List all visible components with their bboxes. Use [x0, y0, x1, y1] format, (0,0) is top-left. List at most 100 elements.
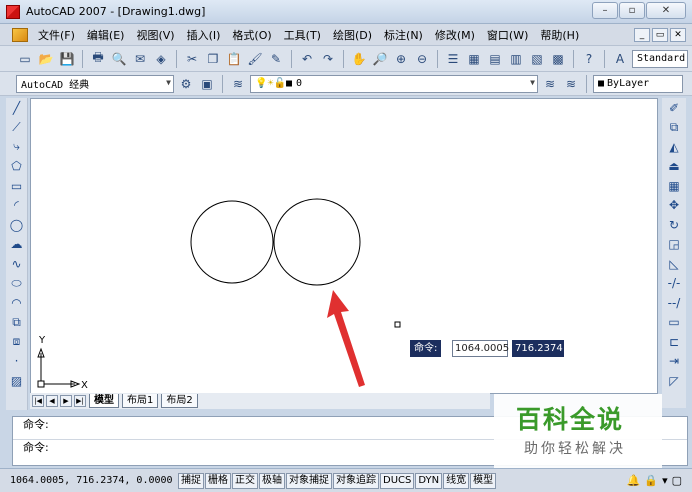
polyline-icon[interactable]: ⤷ [7, 137, 27, 157]
join-icon[interactable]: ⇥ [664, 352, 684, 372]
dynamic-input-y[interactable]: 716.2374 [512, 340, 564, 357]
circle-icon[interactable]: ◯ [7, 215, 27, 235]
publish-icon[interactable]: ✉ [131, 50, 149, 68]
rectangle-icon[interactable]: ▭ [7, 176, 27, 196]
menu-insert[interactable]: 插入(I) [181, 27, 227, 43]
line-icon[interactable]: ╱ [7, 98, 27, 118]
menu-dimension[interactable]: 标注(N) [378, 27, 429, 43]
layer-manager-icon[interactable]: ≋ [229, 75, 247, 93]
maximize-button[interactable]: ▫ [619, 2, 645, 19]
lock-toolbar-icon[interactable]: 🔒 [644, 474, 658, 487]
redo-icon[interactable]: ↷ [319, 50, 337, 68]
last-tab-icon[interactable]: ▶| [74, 395, 86, 407]
communication-center-icon[interactable]: 🔔 [627, 474, 641, 487]
doc-restore-button[interactable]: ▭ [652, 27, 668, 42]
tab-layout1[interactable]: 布局1 [122, 394, 159, 408]
menu-modify[interactable]: 修改(M) [429, 27, 481, 43]
cut-icon[interactable]: ✂ [183, 50, 201, 68]
extend-icon[interactable]: --/ [664, 293, 684, 313]
erase-icon[interactable]: ✐ [664, 98, 684, 118]
save-icon[interactable]: 💾 [58, 50, 76, 68]
polygon-icon[interactable]: ⬠ [7, 157, 27, 177]
revision-cloud-icon[interactable]: ☁ [7, 235, 27, 255]
offset-icon[interactable]: ⏏ [664, 157, 684, 177]
make-object-layer-current-icon[interactable]: ≋ [541, 75, 559, 93]
drawn-circle[interactable] [273, 198, 361, 286]
stretch-icon[interactable]: ◺ [664, 254, 684, 274]
minimize-button[interactable]: – [592, 2, 618, 19]
mirror-icon[interactable]: ◭ [664, 137, 684, 157]
spline-icon[interactable]: ∿ [7, 254, 27, 274]
point-icon[interactable]: · [7, 352, 27, 372]
array-icon[interactable]: ▦ [664, 176, 684, 196]
clean-screen-icon[interactable]: ▢ [672, 474, 682, 487]
text-style-icon[interactable]: A [611, 50, 629, 68]
osnap-toggle[interactable]: 对象捕捉 [286, 472, 332, 489]
menu-tools[interactable]: 工具(T) [278, 27, 327, 43]
doc-close-button[interactable]: ✕ [670, 27, 686, 42]
properties-icon[interactable]: ☰ [444, 50, 462, 68]
copy-icon[interactable]: ❐ [204, 50, 222, 68]
my-workspace-icon[interactable]: ▣ [198, 75, 216, 93]
menu-draw[interactable]: 绘图(D) [327, 27, 378, 43]
menu-file[interactable]: 文件(F) [32, 27, 81, 43]
block-editor-icon[interactable]: ✎ [267, 50, 285, 68]
layer-combo[interactable]: 💡 ☀ 🔓 ■ 0 ▼ [250, 74, 538, 93]
polar-toggle[interactable]: 极轴 [259, 472, 285, 489]
help-icon[interactable]: ? [580, 50, 598, 68]
zoom-realtime-icon[interactable]: 🔎 [371, 50, 389, 68]
layer-previous-icon[interactable]: ≋ [562, 75, 580, 93]
autocad-app-icon[interactable] [6, 5, 20, 19]
insert-block-icon[interactable]: ⧉ [7, 313, 27, 333]
construction-line-icon[interactable]: ⟋ [7, 118, 27, 138]
calculator-icon[interactable]: ▩ [549, 50, 567, 68]
next-tab-icon[interactable]: ▶ [60, 395, 72, 407]
design-center-icon[interactable]: ▦ [465, 50, 483, 68]
color-combo[interactable]: ■ ByLayer [593, 74, 683, 93]
drawn-circle[interactable] [190, 200, 274, 284]
model-toggle[interactable]: 模型 [470, 472, 497, 489]
tab-model[interactable]: 模型 [89, 394, 119, 408]
sheet-set-icon[interactable]: ▥ [507, 50, 525, 68]
zoom-previous-icon[interactable]: ⊖ [413, 50, 431, 68]
open-file-icon[interactable]: 📂 [37, 50, 55, 68]
menu-window[interactable]: 窗口(W) [481, 27, 534, 43]
print-icon[interactable]: 🖶 [89, 50, 107, 68]
ortho-toggle[interactable]: 正交 [232, 472, 258, 489]
lineweight-toggle[interactable]: 线宽 [443, 472, 470, 489]
3d-dwf-icon[interactable]: ◈ [152, 50, 170, 68]
hatch-icon[interactable]: ▨ [7, 371, 27, 391]
match-properties-icon[interactable]: 🖌 [246, 50, 264, 68]
new-file-icon[interactable]: ▭ [16, 50, 34, 68]
snap-toggle[interactable]: 捕捉 [178, 472, 204, 489]
text-style-combo[interactable]: Standard [632, 49, 688, 68]
undo-icon[interactable]: ↶ [298, 50, 316, 68]
coordinate-readout[interactable]: 1064.0005, 716.2374, 0.0000 [10, 475, 178, 486]
break-at-point-icon[interactable]: ▭ [664, 313, 684, 333]
prev-tab-icon[interactable]: ◀ [46, 395, 58, 407]
move-icon[interactable]: ✥ [664, 196, 684, 216]
pan-icon[interactable]: ✋ [350, 50, 368, 68]
otrack-toggle[interactable]: 对象追踪 [333, 472, 379, 489]
menu-help[interactable]: 帮助(H) [534, 27, 585, 43]
ellipse-icon[interactable]: ⬭ [7, 274, 27, 294]
rotate-icon[interactable]: ↻ [664, 215, 684, 235]
copy-object-icon[interactable]: ⧉ [664, 118, 684, 138]
first-tab-icon[interactable]: |◀ [32, 395, 44, 407]
markup-icon[interactable]: ▧ [528, 50, 546, 68]
ellipse-arc-icon[interactable]: ◠ [7, 293, 27, 313]
zoom-window-icon[interactable]: ⊕ [392, 50, 410, 68]
workspace-settings-icon[interactable]: ⚙ [177, 75, 195, 93]
print-preview-icon[interactable]: 🔍 [110, 50, 128, 68]
chamfer-icon[interactable]: ◸ [664, 371, 684, 391]
scale-icon[interactable]: ◲ [664, 235, 684, 255]
menu-format[interactable]: 格式(O) [226, 27, 277, 43]
paste-icon[interactable]: 📋 [225, 50, 243, 68]
grid-toggle[interactable]: 栅格 [205, 472, 231, 489]
menu-edit[interactable]: 编辑(E) [81, 27, 131, 43]
dynamic-input-x[interactable]: 1064.0005 [452, 340, 509, 357]
trim-icon[interactable]: -/- [664, 274, 684, 294]
arc-icon[interactable]: ◜ [7, 196, 27, 216]
close-button[interactable]: ✕ [646, 2, 686, 19]
doc-minimize-button[interactable]: _ [634, 27, 650, 42]
